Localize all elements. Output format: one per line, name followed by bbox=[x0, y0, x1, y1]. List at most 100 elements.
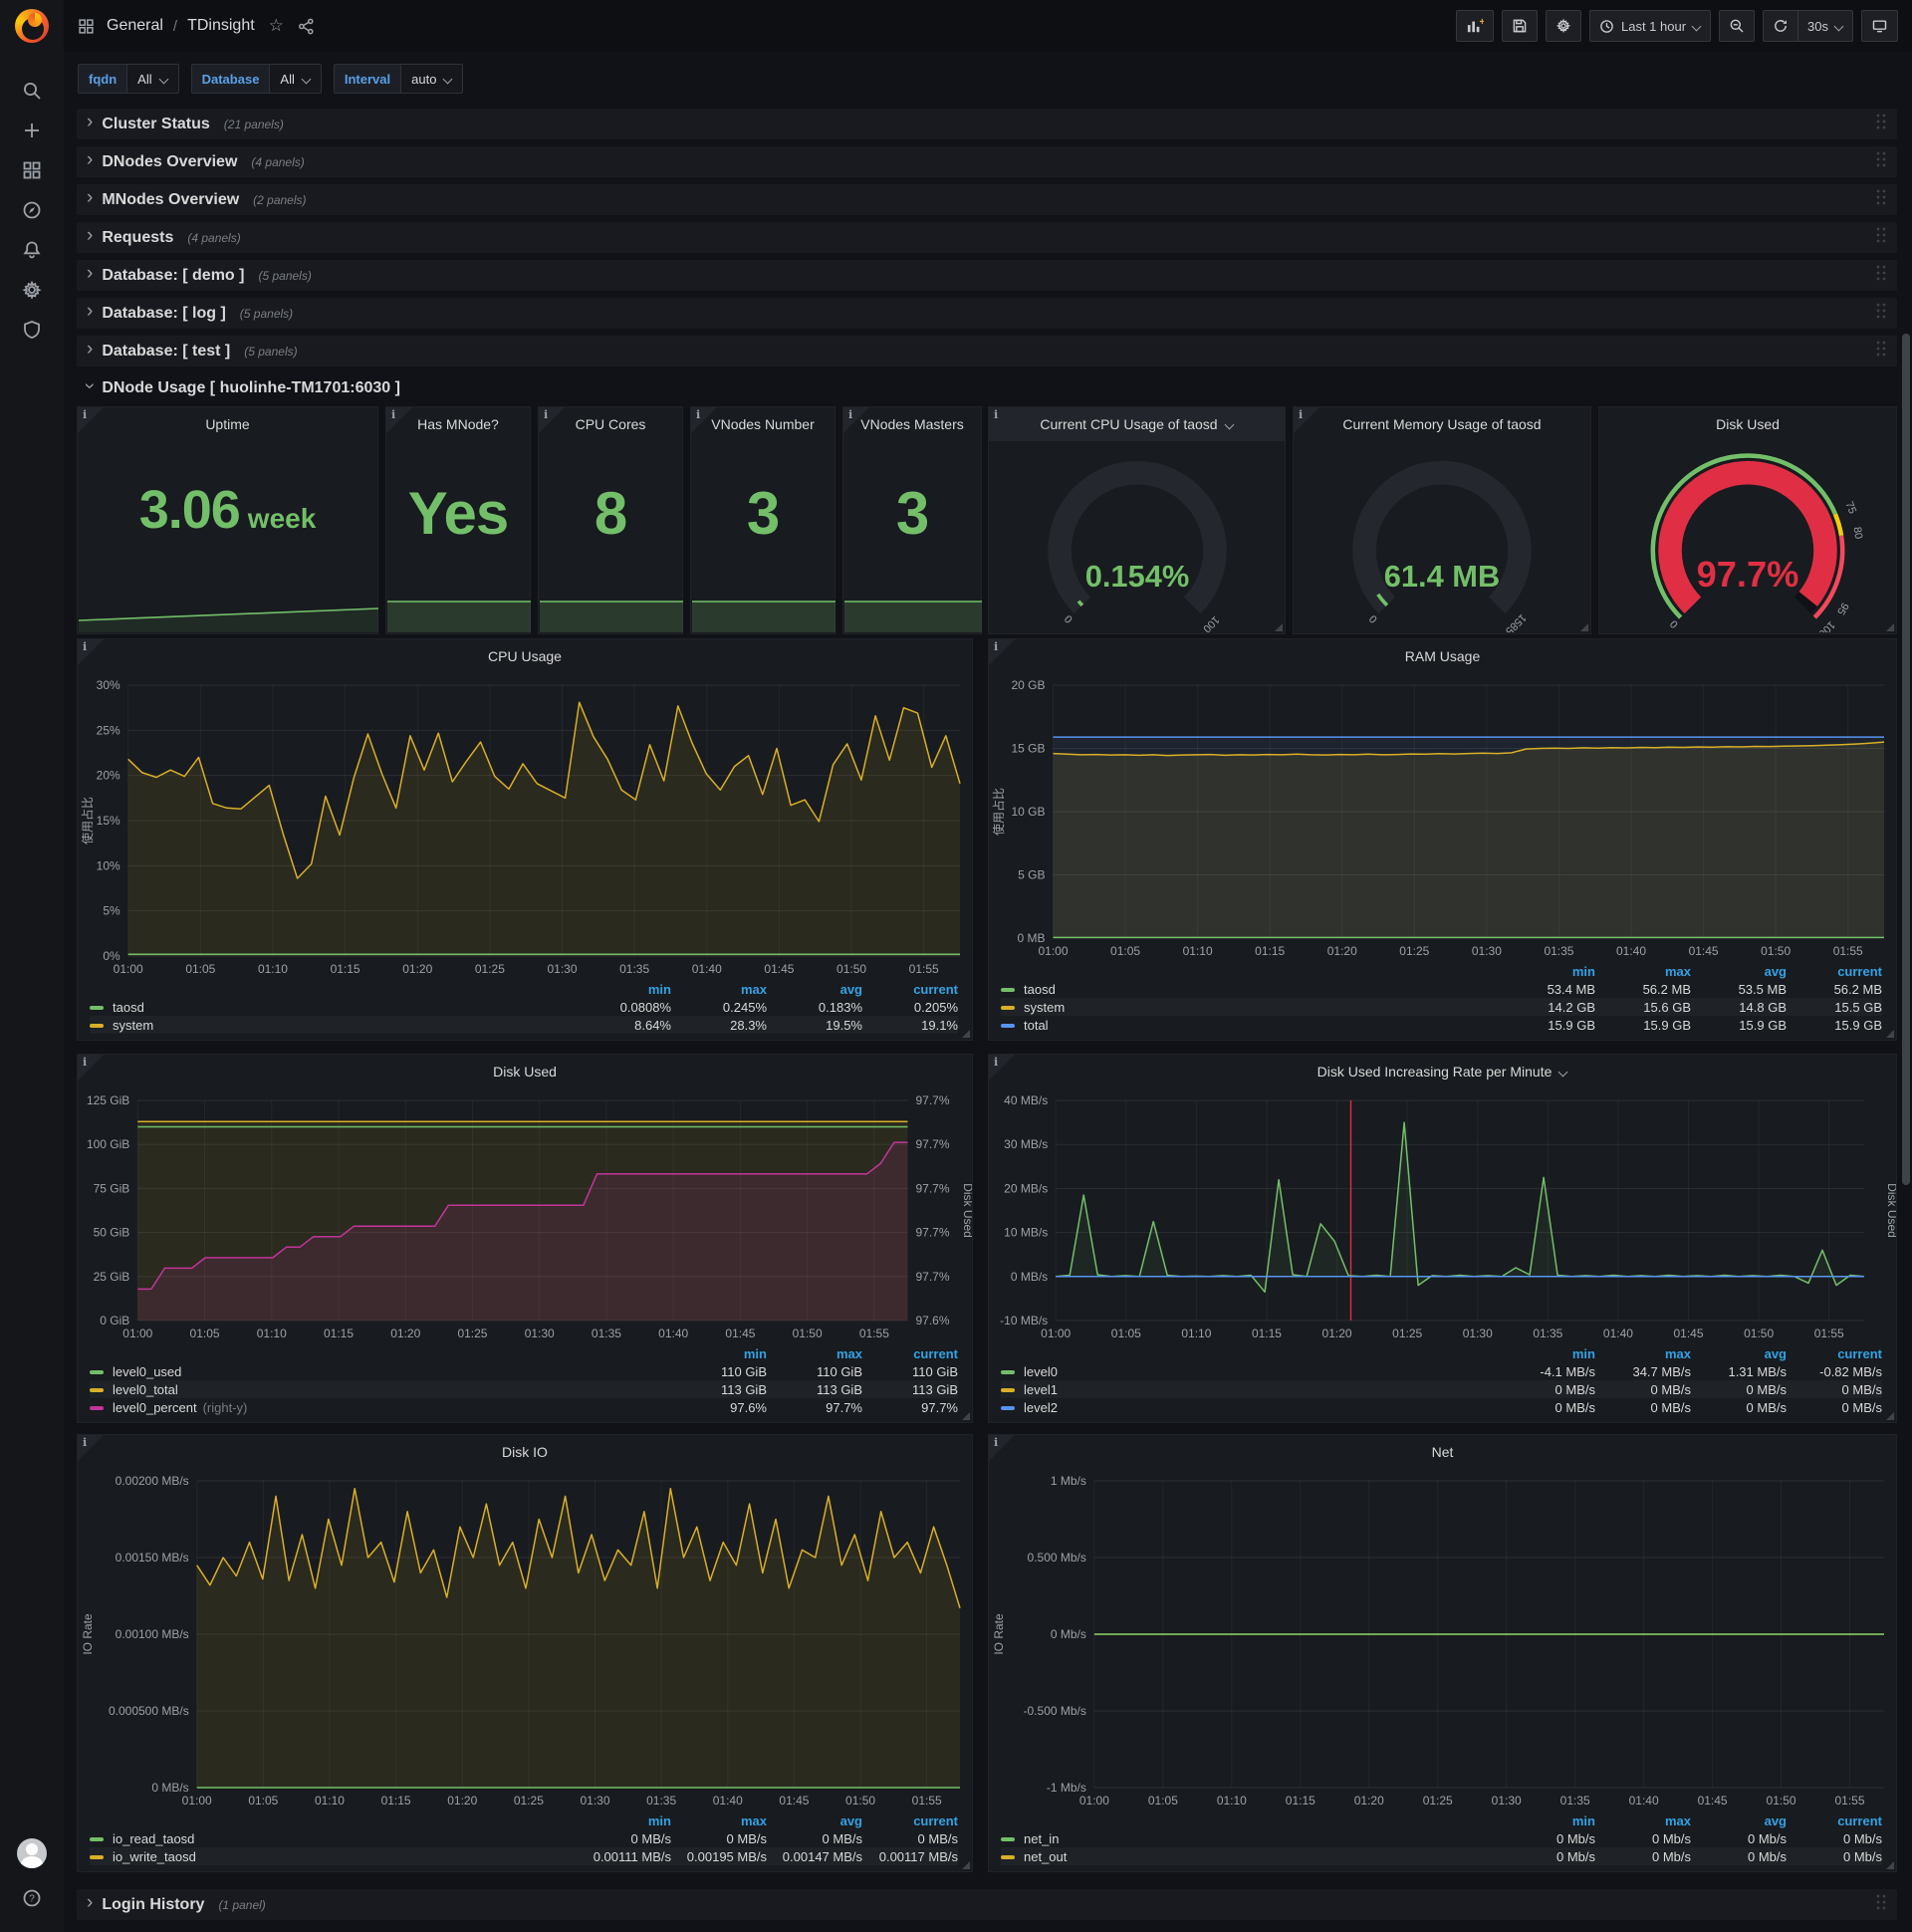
panel-resize-handle[interactable] bbox=[1886, 623, 1894, 631]
legend-series-level2[interactable]: level2 bbox=[1001, 1398, 1500, 1416]
net-plot-area[interactable]: 01:00 01:05 01:10 01:15 01:20 01:25 01:30 01:35… bbox=[989, 1469, 1896, 1811]
gauge-cpu-gauge-header[interactable]: Current CPU Usage of taosd bbox=[989, 407, 1285, 441]
stat-uptime-header[interactable]: Uptime bbox=[78, 407, 377, 441]
chart-panel-ram_usage[interactable]: i RAM Usage 01:00 01:05 01:10 01:15 01:20 01:25… bbox=[988, 638, 1897, 1041]
row-drag-handle-icon[interactable] bbox=[1875, 151, 1887, 173]
chart-legend: min max avg current net_in 0 Mb/s 0 Mb/s 0 Mb/s… bbox=[989, 1811, 1896, 1871]
disk_used-plot-area[interactable]: 01:00 01:05 01:10 01:15 01:20 01:25 01:30 01:35… bbox=[78, 1088, 972, 1344]
panel-info-icon[interactable]: i bbox=[989, 1435, 1015, 1461]
panel-resize-handle[interactable] bbox=[1886, 1412, 1894, 1420]
panel-resize-handle[interactable] bbox=[962, 1412, 970, 1420]
panel-info-icon[interactable]: i bbox=[78, 407, 104, 433]
panel-resize-handle[interactable] bbox=[962, 1030, 970, 1038]
panel-resize-handle[interactable] bbox=[1886, 1030, 1894, 1038]
legend-col-header: min bbox=[647, 1812, 671, 1828]
row-title: Database: [ demo ] bbox=[102, 266, 245, 284]
legend-series-system[interactable]: system bbox=[1001, 998, 1500, 1016]
legend-series-taosd[interactable]: taosd bbox=[1001, 980, 1500, 998]
row-drag-handle-icon[interactable] bbox=[1875, 189, 1887, 211]
row-panel-count: (2 panels) bbox=[253, 192, 307, 207]
panel-menu-chevron-icon[interactable] bbox=[1559, 1068, 1567, 1076]
chart-panel-disk_rate[interactable]: i Disk Used Increasing Rate per Minute 01:… bbox=[988, 1054, 1897, 1423]
stat-panel-uptime[interactable]: i Uptime 3.06 week bbox=[77, 406, 379, 634]
row-drag-handle-icon[interactable] bbox=[1875, 1894, 1887, 1916]
svg-text:01:20: 01:20 bbox=[1322, 1327, 1352, 1340]
row-header-database-log[interactable]: › Database: [ log ] (5 panels) bbox=[77, 298, 1897, 329]
stat-panel-cpu-cores[interactable]: i CPU Cores 8 bbox=[538, 406, 683, 634]
gauge-mem-gauge-header[interactable]: Current Memory Usage of taosd bbox=[1294, 407, 1590, 441]
chart-panel-disk_used[interactable]: i Disk Used 01:00 01:05 01:10 01:15 01:20 01:25… bbox=[77, 1054, 973, 1423]
chart-ram_usage-header[interactable]: RAM Usage bbox=[989, 639, 1896, 673]
disk_io-plot-area[interactable]: 01:00 01:05 01:10 01:15 01:20 01:25 01:30 01:35… bbox=[78, 1469, 972, 1811]
legend-series-level0-total[interactable]: level0_total bbox=[90, 1380, 671, 1398]
panel-info-icon[interactable]: i bbox=[843, 407, 869, 433]
chart-panel-net[interactable]: i Net 01:00 01:05 01:10 01:15 01:20 01:25 01:30 0… bbox=[988, 1434, 1897, 1872]
row-drag-handle-icon[interactable] bbox=[1875, 114, 1887, 135]
svg-text:01:25: 01:25 bbox=[1399, 944, 1429, 958]
panel-info-icon[interactable]: i bbox=[78, 639, 104, 665]
legend-series-level0[interactable]: level0 bbox=[1001, 1362, 1500, 1380]
stat-panel-has-mnode[interactable]: i Has MNode? Yes bbox=[385, 406, 531, 634]
row-header-dnode-usage-huolinhe-tm1701-6030[interactable]: › DNode Usage [ huolinhe-TM1701:6030 ] bbox=[77, 372, 1897, 403]
ram_usage-plot-area[interactable]: 01:00 01:05 01:10 01:15 01:20 01:25 01:30 01:35… bbox=[989, 673, 1896, 962]
row-header-database-test[interactable]: › Database: [ test ] (5 panels) bbox=[77, 336, 1897, 366]
legend-series-taosd[interactable]: taosd bbox=[90, 998, 576, 1016]
panel-info-icon[interactable]: i bbox=[691, 407, 717, 433]
gauge-panel-disk-gauge[interactable]: Disk Used 0 75 80 95 100 97.7% bbox=[1598, 406, 1897, 634]
svg-text:97.7%: 97.7% bbox=[916, 1093, 950, 1107]
row-header-requests[interactable]: › Requests (4 panels) bbox=[77, 222, 1897, 253]
legend-series-level0-percent[interactable]: level0_percent (right-y) bbox=[90, 1398, 671, 1416]
panel-menu-chevron-icon[interactable] bbox=[1226, 420, 1234, 428]
chart-disk_rate-header[interactable]: Disk Used Increasing Rate per Minute bbox=[989, 1055, 1896, 1088]
legend-value: 113 GiB bbox=[671, 1380, 767, 1398]
panel-info-icon[interactable]: i bbox=[989, 639, 1015, 665]
gauge-panel-mem-gauge[interactable]: i Current Memory Usage of taosd 0 1585 61.4 … bbox=[1293, 406, 1591, 634]
disk_rate-plot-area[interactable]: 01:00 01:05 01:10 01:15 01:20 01:25 01:30 01:35… bbox=[989, 1088, 1896, 1344]
row-header-dnodes-overview[interactable]: › DNodes Overview (4 panels) bbox=[77, 146, 1897, 177]
chart-disk_used-header[interactable]: Disk Used bbox=[78, 1055, 972, 1088]
panel-title: Disk IO bbox=[502, 1444, 548, 1460]
chart-cpu_usage-header[interactable]: CPU Usage bbox=[78, 639, 972, 673]
row-drag-handle-icon[interactable] bbox=[1875, 227, 1887, 249]
row-header-database-demo[interactable]: › Database: [ demo ] (5 panels) bbox=[77, 260, 1897, 291]
gauge-disk-gauge-header[interactable]: Disk Used bbox=[1599, 407, 1896, 441]
legend-series-system[interactable]: system bbox=[90, 1016, 576, 1034]
row-drag-handle-icon[interactable] bbox=[1875, 265, 1887, 287]
row-panel-count: (4 panels) bbox=[187, 230, 241, 245]
panel-info-icon[interactable]: i bbox=[78, 1055, 104, 1081]
legend-series-net-out[interactable]: net_out bbox=[1001, 1847, 1500, 1865]
panel-resize-handle[interactable] bbox=[1886, 1861, 1894, 1869]
legend-series-io-read-taosd[interactable]: io_read_taosd bbox=[90, 1829, 576, 1847]
stat-panel-vnodes-number[interactable]: i VNodes Number 3 bbox=[690, 406, 836, 634]
panel-resize-handle[interactable] bbox=[1580, 623, 1588, 631]
legend-series-net-in[interactable]: net_in bbox=[1001, 1829, 1500, 1847]
chart-panel-disk_io[interactable]: i Disk IO 01:00 01:05 01:10 01:15 01:20 01:25 01… bbox=[77, 1434, 973, 1872]
legend-series-total[interactable]: total bbox=[1001, 1016, 1500, 1034]
scrollbar-thumb[interactable] bbox=[1902, 334, 1910, 1185]
row-header-mnodes-overview[interactable]: › MNodes Overview (2 panels) bbox=[77, 184, 1897, 215]
panel-info-icon[interactable]: i bbox=[539, 407, 565, 433]
panel-resize-handle[interactable] bbox=[1275, 623, 1283, 631]
row-panel-count: (1 panel) bbox=[218, 1897, 266, 1912]
legend-series-io-write-taosd[interactable]: io_write_taosd bbox=[90, 1847, 576, 1865]
cpu_usage-plot-area[interactable]: 01:00 01:05 01:10 01:15 01:20 01:25 01:30 01:35… bbox=[78, 673, 972, 980]
panel-info-icon[interactable]: i bbox=[989, 407, 1015, 433]
legend-value: 0.183% bbox=[818, 999, 862, 1015]
panel-info-icon[interactable]: i bbox=[1294, 407, 1319, 433]
chart-net-header[interactable]: Net bbox=[989, 1435, 1896, 1469]
row-drag-handle-icon[interactable] bbox=[1875, 303, 1887, 325]
stat-panel-vnodes-masters[interactable]: i VNodes Masters 3 bbox=[842, 406, 982, 634]
chart-panel-cpu_usage[interactable]: i CPU Usage 01:00 01:05 01:10 01:15 01:20 01:25… bbox=[77, 638, 973, 1041]
legend-series-level0-used[interactable]: level0_used bbox=[90, 1362, 671, 1380]
chart-disk_io-header[interactable]: Disk IO bbox=[78, 1435, 972, 1469]
row-header-cluster-status[interactable]: › Cluster Status (21 panels) bbox=[77, 109, 1897, 139]
panel-resize-handle[interactable] bbox=[962, 1861, 970, 1869]
panel-info-icon[interactable]: i bbox=[989, 1055, 1015, 1081]
panel-info-icon[interactable]: i bbox=[78, 1435, 104, 1461]
panel-info-icon[interactable]: i bbox=[386, 407, 412, 433]
gauge-panel-cpu-gauge[interactable]: i Current CPU Usage of taosd 0 100 0.154% bbox=[988, 406, 1286, 634]
row-drag-handle-icon[interactable] bbox=[1875, 341, 1887, 362]
row-header-login-history[interactable]: › Login History (1 panel) bbox=[77, 1889, 1897, 1920]
legend-series-level1[interactable]: level1 bbox=[1001, 1380, 1500, 1398]
legend-value: 0.00195 MB/s bbox=[671, 1847, 767, 1865]
